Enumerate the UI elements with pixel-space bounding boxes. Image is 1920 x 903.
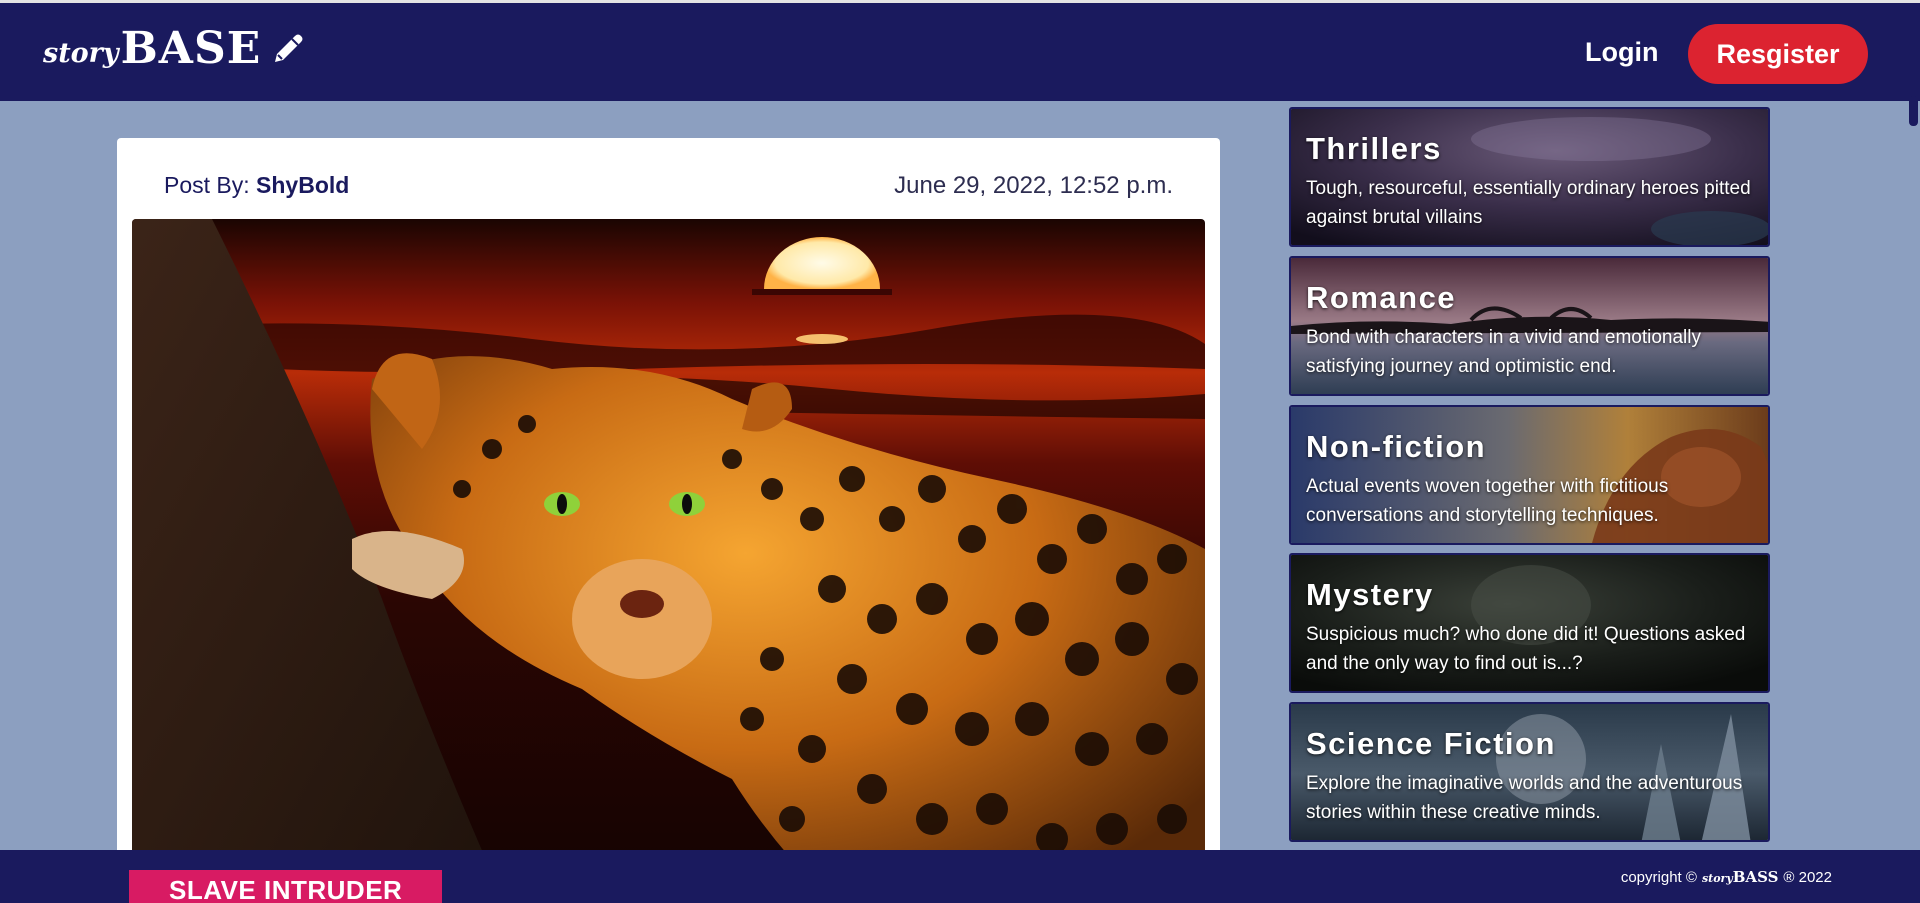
category-title: Non-fiction — [1306, 429, 1487, 464]
category-description: Bond with characters in a vivid and emot… — [1306, 327, 1701, 377]
leopard-sunset-image — [132, 219, 1205, 903]
category-title: Science Fiction — [1306, 726, 1556, 761]
category-title: Mystery — [1306, 577, 1434, 612]
category-mystery[interactable]: Mystery Suspicious much? who done did it… — [1289, 553, 1770, 693]
footer-brand-base: BASS — [1732, 868, 1779, 886]
copyright-suffix: ® 2022 — [1783, 869, 1832, 886]
brand-logo[interactable]: story BASE — [43, 27, 307, 71]
login-link[interactable]: Login — [1585, 37, 1658, 68]
brand-story-text: story — [43, 38, 119, 69]
category-description: Explore the imaginative worlds and the a… — [1306, 773, 1743, 823]
category-science-fiction[interactable]: Science Fiction Explore the imaginative … — [1289, 702, 1770, 842]
category-description: Suspicious much? who done did it! Questi… — [1306, 624, 1746, 674]
post-card: Post By: ShyBold June 29, 2022, 12:52 p.… — [117, 138, 1220, 903]
footer-copyright: copyright © story BASS ® 2022 — [1621, 868, 1832, 886]
category-romance[interactable]: Romance Bond with characters in a vivid … — [1289, 256, 1770, 396]
scrollbar-thumb[interactable] — [1909, 96, 1918, 126]
pencil-icon — [275, 34, 303, 62]
post-author[interactable]: ShyBold — [256, 172, 349, 198]
post-by-label: Post By: — [164, 172, 250, 198]
category-thrillers[interactable]: Thrillers Tough, resourceful, essentiall… — [1289, 107, 1770, 247]
category-description: Tough, resourceful, essentially ordinary… — [1306, 178, 1751, 228]
category-title: Romance — [1306, 280, 1457, 315]
footer-brand-story: story — [1701, 872, 1733, 885]
post-image[interactable] — [132, 219, 1205, 903]
register-button[interactable]: Resgister — [1688, 24, 1868, 84]
brand-base-text: BASE — [120, 23, 262, 74]
post-date: June 29, 2022, 12:52 p.m. — [894, 172, 1173, 199]
category-non-fiction[interactable]: Non-fiction Actual events woven together… — [1289, 405, 1770, 545]
post-author-line: Post By: ShyBold — [164, 172, 349, 199]
post-tag[interactable]: SLAVE INTRUDER — [129, 870, 443, 903]
copyright-prefix: copyright © — [1620, 869, 1697, 886]
category-title: Thrillers — [1306, 131, 1442, 166]
navbar: story BASE Login Resgister — [0, 0, 1920, 101]
category-description: Actual events woven together with fictit… — [1306, 476, 1669, 526]
